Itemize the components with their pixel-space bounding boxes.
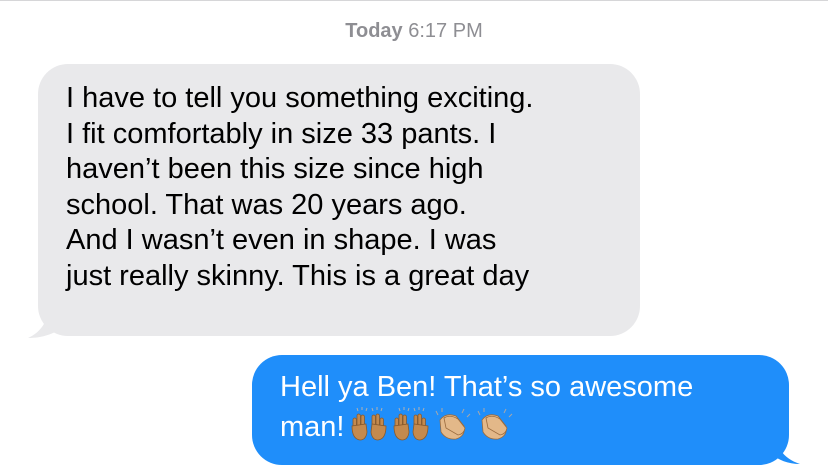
- clapping-hands-icon: [436, 407, 471, 440]
- outgoing-message-bubble[interactable]: Hell ya Ben! That’s so awesome man!: [252, 355, 789, 465]
- incoming-message-bubble[interactable]: I have to tell you something exciting. I…: [38, 64, 640, 336]
- timestamp-time: 6:17 PM: [408, 20, 483, 42]
- incoming-message-text: I have to tell you something exciting. I…: [66, 82, 534, 292]
- clapping-hands-icon: [478, 407, 513, 440]
- raising-hands-icon: [352, 406, 387, 440]
- timestamp-day: Today: [345, 20, 403, 42]
- emoji-row: [348, 406, 516, 452]
- raising-hands-icon: [394, 406, 429, 440]
- top-divider: [0, 0, 828, 1]
- message-timestamp: Today 6:17 PM: [0, 20, 828, 43]
